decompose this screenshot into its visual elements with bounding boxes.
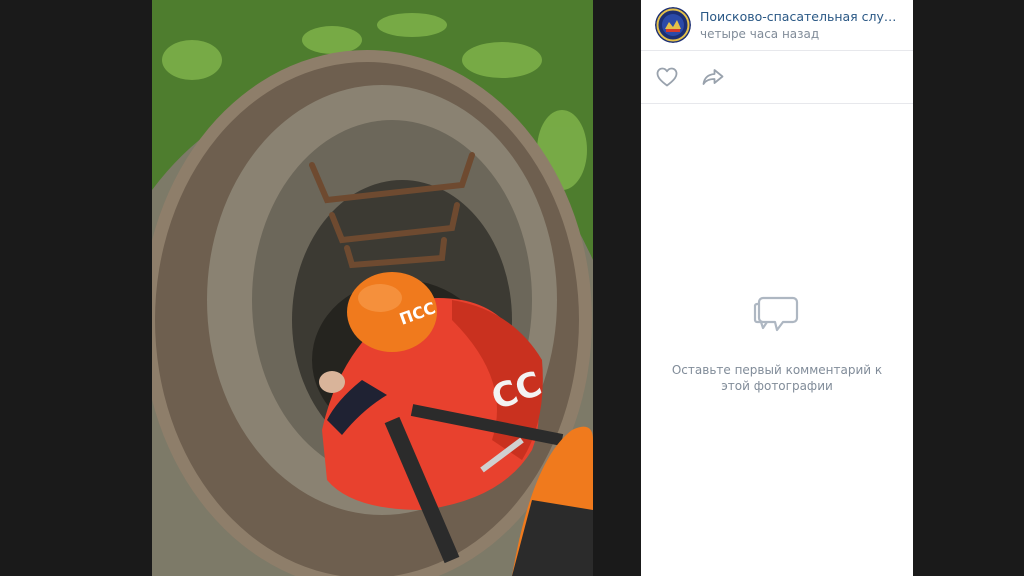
like-button[interactable] [654,64,680,90]
heart-icon [656,67,678,87]
post-actions [641,51,913,104]
photo[interactable]: СС ПСС [152,0,593,576]
post-header: Поисково-спасательная служба ... четыре … [641,0,913,51]
pss-emblem-icon[interactable] [655,7,691,43]
comment-bubbles-icon [753,290,801,338]
photo-viewer: СС ПСС Поисково-спасательная служба ... … [0,0,1024,576]
empty-comments-text: Оставьте первый комментарий к этой фотог… [671,363,883,393]
side-panel: Поисково-спасательная служба ... четыре … [641,0,913,576]
photo-image: СС ПСС [152,0,593,576]
share-arrow-icon [702,69,724,85]
post-meta: Поисково-спасательная служба ... четыре … [700,9,906,42]
share-button[interactable] [700,64,726,90]
author-link[interactable]: Поисково-спасательная служба ... [700,9,906,25]
empty-comments-placeholder: Оставьте первый комментарий к этой фотог… [641,290,913,394]
post-time[interactable]: четыре часа назад [700,26,906,42]
